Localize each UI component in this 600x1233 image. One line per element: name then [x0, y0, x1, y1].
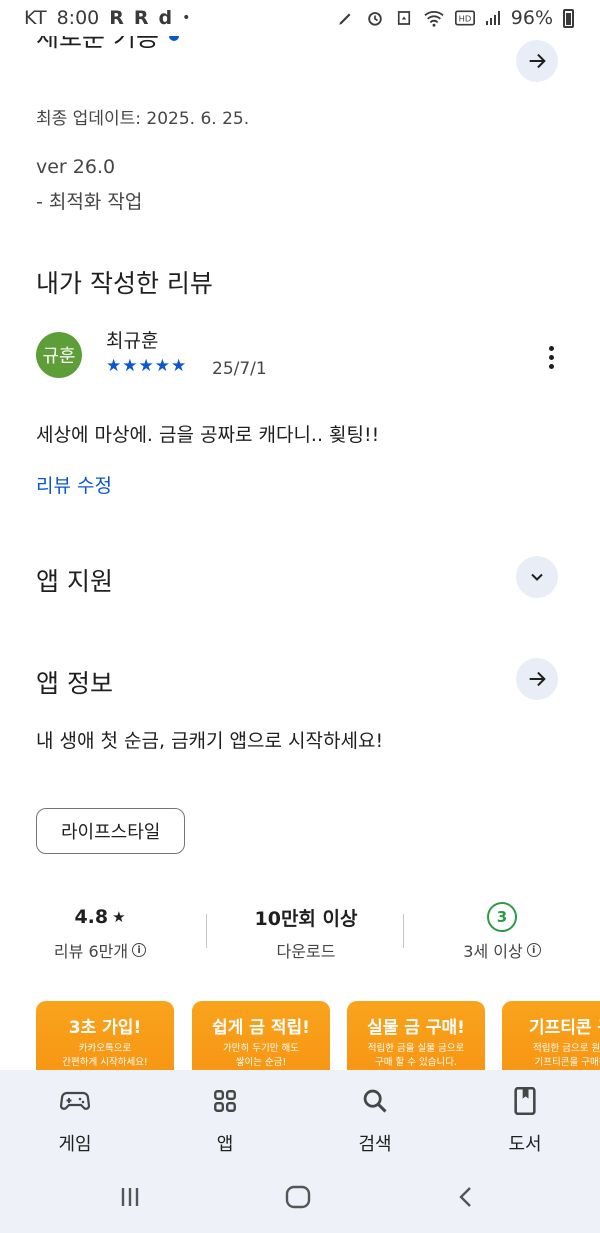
age-badge-row: 3: [412, 902, 592, 932]
screenshot-caption: 적립한 금으로 원하: [533, 1043, 600, 1054]
hd-icon: HD: [454, 10, 475, 26]
signal-icon: [485, 11, 500, 25]
age-rating-badge: 3: [487, 902, 517, 932]
bottom-navigation: 게임 앱 검색 도서: [0, 1070, 600, 1233]
notification-icon: R: [133, 7, 149, 29]
review-text: 세상에 마상에. 금을 공짜로 캐다니.. 횢팅!!: [36, 424, 380, 446]
battery-percent: 96%: [510, 7, 553, 29]
app-support-title[interactable]: 앱 지원: [36, 562, 113, 598]
version-text: ver 26.0: [36, 156, 116, 178]
stats-divider: [206, 914, 207, 948]
home-icon[interactable]: [285, 1185, 311, 1213]
screenshot-caption: 쌓이는 순금!: [235, 1057, 287, 1068]
notification-icon: R: [109, 7, 124, 29]
status-bar: KT 8:00 R R d • HD 96%: [0, 0, 600, 36]
screenshot-caption: 가만히 두기만 해도: [223, 1043, 299, 1054]
info-icon: i: [526, 943, 541, 957]
app-description: 내 생애 첫 순금, 금캐기 앱으로 시작하세요!: [36, 730, 384, 752]
more-notifications-icon: •: [182, 10, 191, 26]
app-stats-row: 4.8 ★ 리뷰 6만개 i 10만회 이상 다운로드 3 3세 이상 i: [0, 902, 600, 972]
review-count-row: 리뷰 6만개 i: [10, 938, 190, 962]
rating-value: 4.8: [74, 906, 109, 928]
screenshot-caption: 기프티콘을 구매하: [534, 1057, 600, 1068]
recycle-icon: [397, 11, 410, 25]
alarm-icon: [368, 12, 382, 26]
content-scroll-area[interactable]: 새로운 기능 최종 업데이트: 2025. 6. 25. ver 26.0 - …: [0, 36, 600, 1070]
arrow-right-icon: [529, 53, 546, 69]
carrier-label: KT: [24, 7, 47, 29]
info-icon: i: [132, 943, 147, 957]
downloads-label: 다운로드: [276, 942, 336, 961]
category-chip[interactable]: 라이프스타일: [36, 808, 186, 854]
arrow-right-icon: [529, 671, 546, 687]
last-updated: 최종 업데이트: 2025. 6. 25.: [36, 109, 250, 129]
screenshot-title: 쉽게 금 적립!: [212, 1018, 310, 1038]
whats-new-header: 새로운 기능: [36, 36, 179, 54]
stats-divider: [403, 914, 404, 948]
nav-label: 앱: [216, 1134, 234, 1155]
age-label: 3세 이상: [463, 942, 523, 961]
gamepad-icon: [0, 1084, 150, 1118]
more-options-icon[interactable]: [549, 346, 554, 369]
screenshot-caption: 적립한 금을 실물 금으로: [367, 1043, 465, 1054]
screenshot-caption: 구매 할 수 있습니다.: [375, 1057, 457, 1068]
screenshot-title: 실물 금 구매!: [367, 1018, 465, 1038]
whats-new-arrow-button[interactable]: [516, 40, 558, 82]
system-navigation-bar: [0, 1185, 600, 1215]
screenshot-caption: 간편하게 시작하세요!: [62, 1057, 148, 1068]
review-author: 최규훈: [106, 330, 159, 352]
downloads-value: 10만회 이상: [254, 907, 358, 930]
apps-grid-icon: [150, 1084, 300, 1118]
app-info-arrow-button[interactable]: [516, 658, 558, 700]
notification-icon: d: [158, 7, 173, 29]
nav-label: 검색: [358, 1134, 392, 1155]
whats-new-title: 새로운 기능: [36, 36, 159, 52]
screenshot-title: 3초 가입!: [68, 1018, 142, 1038]
nav-item-apps[interactable]: 앱: [150, 1084, 300, 1156]
status-right: HD 96%: [337, 7, 574, 29]
downloads-stat: 10만회 이상 다운로드: [216, 902, 396, 962]
nav-item-games[interactable]: 게임: [0, 1084, 150, 1156]
book-icon: [450, 1084, 600, 1118]
review-date: 25/7/1: [212, 359, 267, 379]
age-rating-stat[interactable]: 3 3세 이상 i: [412, 902, 592, 962]
nav-item-books[interactable]: 도서: [450, 1084, 600, 1156]
search-icon: [300, 1084, 450, 1118]
avatar: 규훈: [36, 332, 82, 378]
rating-value-row: 4.8 ★: [10, 902, 190, 932]
release-note: - 최적화 작업: [36, 191, 143, 213]
screenshot-thumbnail[interactable]: 실물 금 구매! 적립한 금을 실물 금으로 구매 할 수 있습니다.: [347, 1001, 485, 1070]
chevron-down-icon: [531, 573, 543, 581]
screenshot-thumbnail[interactable]: 쉽게 금 적립! 가만히 두기만 해도 쌓이는 순금!: [192, 1001, 330, 1070]
new-indicator-dot: [168, 36, 179, 41]
app-support-expand-button[interactable]: [516, 556, 558, 598]
edit-review-link[interactable]: 리뷰 수정: [36, 471, 112, 498]
screenshot-thumbnail[interactable]: 3초 가입! 카카오톡으로 간편하게 시작하세요!: [36, 1001, 174, 1070]
screenshot-thumbnail[interactable]: 기프티콘 구 적립한 금으로 원하 기프티콘을 구매하: [502, 1001, 600, 1070]
star-icon: ★: [112, 908, 126, 926]
nav-item-search[interactable]: 검색: [300, 1084, 450, 1156]
review-count: 리뷰 6만개: [53, 942, 129, 961]
nav-label: 게임: [58, 1134, 92, 1155]
status-left: KT 8:00 R R d •: [24, 7, 190, 29]
svg-text:HD: HD: [458, 13, 471, 23]
screenshot-caption: 카카오톡으로: [78, 1043, 132, 1054]
clock: 8:00: [56, 7, 100, 29]
nav-label: 도서: [508, 1134, 542, 1155]
recent-apps-icon[interactable]: [118, 1185, 142, 1213]
app-info-title[interactable]: 앱 정보: [36, 664, 113, 700]
battery-icon: [563, 8, 574, 28]
wifi-icon: [424, 11, 444, 27]
back-icon[interactable]: [456, 1185, 476, 1213]
review-stars: ★★★★★: [106, 356, 188, 376]
my-review-title: 내가 작성한 리뷰: [36, 269, 213, 298]
rating-stat[interactable]: 4.8 ★ 리뷰 6만개 i: [10, 902, 190, 962]
pencil-icon: [339, 13, 351, 25]
age-label-row: 3세 이상 i: [412, 938, 592, 962]
screenshot-title: 기프티콘 구: [528, 1018, 600, 1038]
